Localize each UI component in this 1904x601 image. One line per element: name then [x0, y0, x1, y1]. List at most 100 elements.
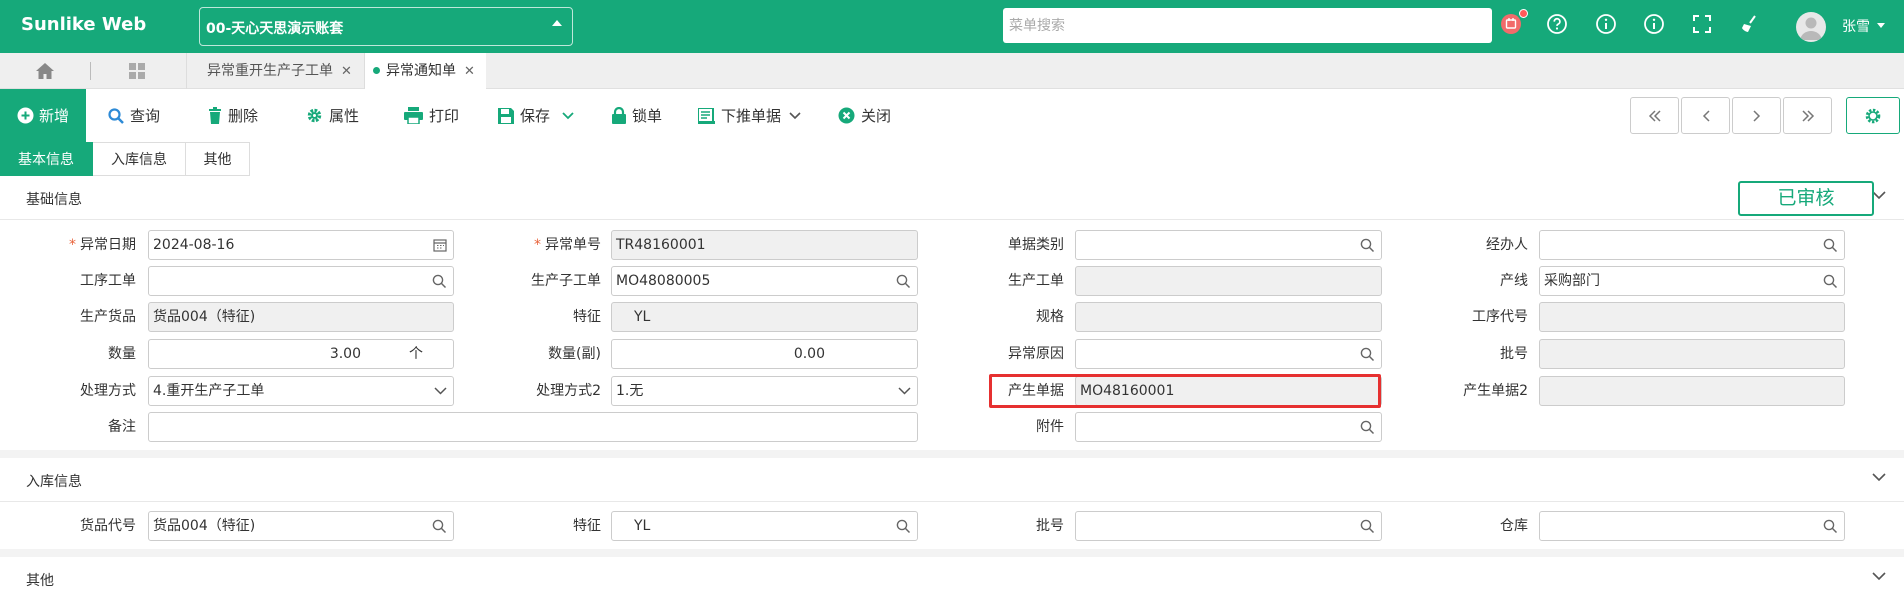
clean-broom-icon[interactable]: [1739, 13, 1761, 35]
print-button[interactable]: 打印: [404, 89, 459, 142]
label-prod-order: 生产工单: [1008, 273, 1064, 289]
grid-icon[interactable]: [128, 62, 146, 80]
warehouse-field[interactable]: [1539, 511, 1845, 541]
delete-button[interactable]: 删除: [208, 89, 258, 142]
close-button[interactable]: 关闭: [838, 89, 891, 142]
info-icon[interactable]: [1595, 13, 1617, 35]
lot-field: [1539, 339, 1845, 369]
notification-icon[interactable]: [1500, 13, 1522, 35]
account-selector[interactable]: 00-天心天思演示账套: [199, 7, 573, 46]
chevron-down-icon[interactable]: [1872, 572, 1886, 581]
qty-unit: 个: [409, 346, 423, 362]
label-reason: 异常原因: [1008, 346, 1064, 362]
method-select[interactable]: 4.重开生产子工单: [148, 376, 454, 406]
process-order-field[interactable]: [148, 266, 454, 296]
search-icon[interactable]: [1360, 347, 1375, 362]
label-line: 产线: [1500, 273, 1528, 289]
section-title: 入库信息: [26, 474, 82, 490]
last-record-button[interactable]: [1783, 97, 1832, 134]
search-icon[interactable]: [1360, 420, 1375, 435]
label-prod-goods: 生产货品: [80, 309, 136, 325]
search-icon[interactable]: [432, 519, 447, 534]
help-icon[interactable]: [1546, 13, 1568, 35]
close-icon[interactable]: ✕: [464, 64, 475, 79]
storage-lot-field[interactable]: [1075, 511, 1382, 541]
search-icon[interactable]: [1823, 519, 1838, 534]
section-header-storage[interactable]: 入库信息: [0, 458, 1904, 502]
label-method: 处理方式: [80, 383, 136, 399]
trash-icon: [209, 107, 221, 124]
document-list-icon: [698, 107, 715, 124]
attachment-field[interactable]: [1075, 412, 1382, 442]
calendar-icon[interactable]: [433, 238, 447, 252]
storage-feature-field[interactable]: YL: [611, 511, 918, 541]
label-storage-lot: 批号: [1036, 518, 1064, 534]
method2-select[interactable]: 1.无: [611, 376, 918, 406]
close-icon[interactable]: ✕: [341, 64, 352, 79]
abnormal-no-field: TR48160001: [611, 230, 918, 260]
search-icon[interactable]: [1823, 238, 1838, 253]
section-title: 基础信息: [26, 192, 82, 208]
search-icon[interactable]: [1360, 519, 1375, 534]
tab-basic-info[interactable]: 基本信息: [0, 142, 93, 176]
reason-field[interactable]: [1075, 339, 1382, 369]
first-record-button[interactable]: [1630, 97, 1679, 134]
line-field[interactable]: 采购部门: [1539, 266, 1845, 296]
user-avatar-icon: [1800, 17, 1822, 40]
chevron-left-icon: [1702, 109, 1710, 122]
label-process-order: 工序工单: [80, 273, 136, 289]
section-header-other[interactable]: 其他: [0, 557, 1904, 601]
account-name: 00-天心天思演示账套: [206, 21, 344, 37]
settings-button[interactable]: [1846, 97, 1900, 134]
menu-search-input[interactable]: [1003, 8, 1492, 43]
chevron-down-icon[interactable]: [1872, 191, 1886, 200]
gen-doc2-field: [1539, 376, 1845, 406]
remark-field[interactable]: [148, 412, 918, 442]
plus-circle-icon: [17, 107, 34, 124]
qty-field[interactable]: 3.00 个: [148, 339, 454, 369]
gear-icon: [307, 108, 322, 123]
user-name[interactable]: 张雪: [1842, 16, 1870, 36]
prev-record-button[interactable]: [1681, 97, 1730, 134]
chevron-down-icon[interactable]: [562, 111, 574, 120]
label-doc-type: 单据类别: [1008, 237, 1064, 253]
search-icon[interactable]: [1823, 274, 1838, 289]
search-icon[interactable]: [896, 274, 911, 289]
query-button[interactable]: 查询: [108, 89, 160, 142]
active-dot-icon: [373, 67, 380, 74]
save-button[interactable]: 保存: [498, 89, 574, 142]
tab-abnormal-notice[interactable]: 异常通知单 ✕: [364, 53, 486, 89]
avatar[interactable]: [1796, 12, 1826, 42]
search-icon[interactable]: [1360, 238, 1375, 253]
tab-abnormal-reopen[interactable]: 异常重开生产子工单 ✕: [186, 53, 364, 89]
next-record-button[interactable]: [1732, 97, 1781, 134]
goods-code-field[interactable]: 货品004（特征): [148, 511, 454, 541]
doc-type-field[interactable]: [1075, 230, 1382, 260]
top-bar: Sunlike Web 00-天心天思演示账套 张雪: [0, 0, 1904, 53]
qty-sub-field[interactable]: 0.00: [611, 339, 918, 369]
divider: [90, 62, 91, 80]
properties-button[interactable]: 属性: [306, 89, 359, 142]
lock-icon: [612, 107, 626, 124]
about-icon[interactable]: [1643, 13, 1665, 35]
tab-storage-info[interactable]: 入库信息: [93, 142, 186, 176]
toolbar: 新增 查询 删除 属性 打印 保存 锁单 下推单据 关闭: [0, 89, 1904, 142]
chevron-down-icon: [434, 387, 447, 395]
label-method2: 处理方式2: [536, 383, 601, 399]
handler-field[interactable]: [1539, 230, 1845, 260]
abnormal-date-field[interactable]: 2024-08-16: [148, 230, 454, 260]
lock-button[interactable]: 锁单: [612, 89, 662, 142]
tab-other[interactable]: 其他: [186, 142, 250, 176]
label-spec: 规格: [1036, 309, 1064, 325]
chevron-down-icon[interactable]: [789, 111, 801, 120]
home-icon[interactable]: [35, 62, 55, 80]
push-down-button[interactable]: 下推单据: [698, 89, 801, 142]
search-icon[interactable]: [896, 519, 911, 534]
fullscreen-icon[interactable]: [1691, 13, 1713, 35]
chevron-down-icon[interactable]: [1872, 473, 1886, 482]
search-icon[interactable]: [432, 274, 447, 289]
new-button[interactable]: 新增: [0, 89, 86, 142]
section-header-basic[interactable]: 基础信息: [0, 176, 1904, 220]
prod-sub-order-field[interactable]: MO48080005: [611, 266, 918, 296]
double-chevron-right-icon: [1801, 109, 1814, 122]
